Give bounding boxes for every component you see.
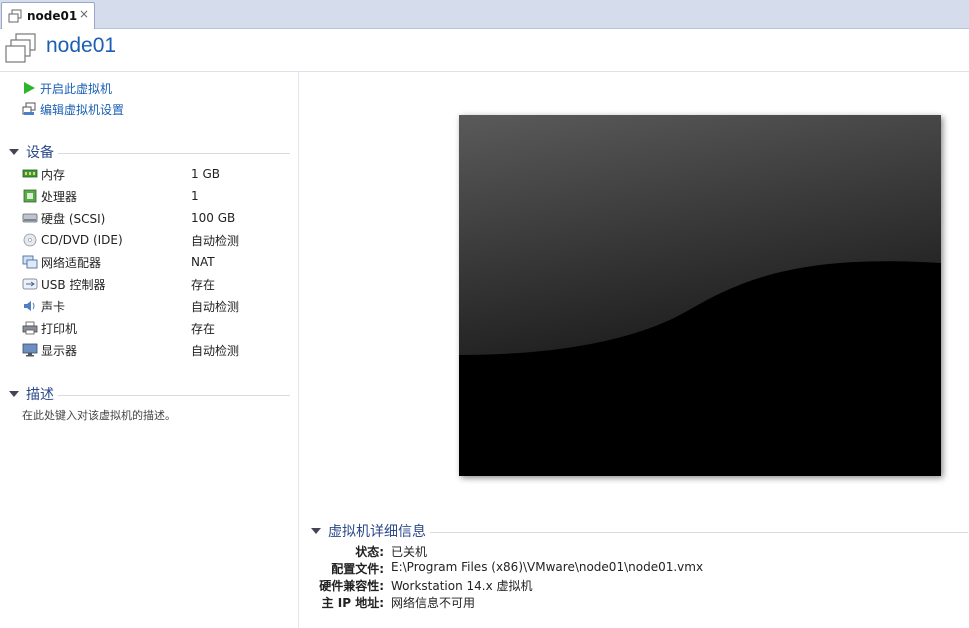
device-value: 1 GB	[191, 167, 220, 181]
device-name: 处理器	[41, 189, 78, 204]
play-icon	[24, 82, 35, 94]
device-name: 硬盘 (SCSI)	[41, 211, 106, 226]
device-value: 存在	[191, 321, 216, 336]
left-pane: 开启此虚拟机 编辑虚拟机设置 设备 内存 1 GB 处理器 1 硬盘 (SCSI…	[0, 72, 298, 628]
vm-details-section-header: 虚拟机详细信息	[308, 522, 968, 540]
network-adapter-icon	[22, 255, 38, 269]
pane-divider[interactable]	[298, 72, 299, 628]
device-value: 存在	[191, 277, 216, 292]
detail-row-state: 状态: 已关机	[300, 543, 960, 560]
display-icon	[22, 343, 38, 357]
detail-value: E:\Program Files (x86)\VMware\node01\nod…	[391, 560, 704, 574]
device-name: 显示器	[41, 343, 78, 358]
edit-settings-label: 编辑虚拟机设置	[40, 102, 125, 117]
devices-title: 设备	[26, 145, 54, 161]
device-value: 自动检测	[191, 343, 240, 358]
devices-section-header: 设备	[6, 143, 290, 161]
device-row-processor[interactable]: 处理器 1	[22, 186, 292, 206]
detail-label: 硬件兼容性:	[319, 579, 384, 593]
processor-icon	[23, 189, 37, 203]
device-name: 打印机	[41, 321, 78, 336]
vm-details-title: 虚拟机详细信息	[328, 524, 426, 540]
device-value: 1	[191, 189, 199, 203]
device-row-display[interactable]: 显示器 自动检测	[22, 340, 292, 360]
tab-node01[interactable]: node01 ×	[1, 2, 95, 29]
detail-row-ip-address: 主 IP 地址: 网络信息不可用	[300, 594, 960, 611]
device-row-hard-disk[interactable]: 硬盘 (SCSI) 100 GB	[22, 208, 292, 228]
usb-icon	[22, 278, 38, 290]
description-input[interactable]: 在此处键入对该虚拟机的描述。	[22, 407, 176, 423]
sound-card-icon	[24, 301, 35, 311]
device-value: 100 GB	[191, 211, 236, 225]
detail-label: 状态:	[355, 545, 384, 559]
hard-disk-icon	[22, 213, 38, 223]
section-divider	[58, 395, 290, 396]
cd-dvd-icon	[23, 233, 37, 247]
device-row-sound-card[interactable]: 声卡 自动检测	[22, 296, 292, 316]
collapse-icon[interactable]	[9, 391, 19, 397]
vm-screen-preview[interactable]	[459, 115, 941, 476]
device-value: 自动检测	[191, 299, 240, 314]
description-section-header: 描述	[6, 385, 290, 403]
power-on-label: 开启此虚拟机	[40, 81, 113, 96]
collapse-icon[interactable]	[311, 528, 321, 534]
section-divider	[430, 532, 968, 533]
power-on-button[interactable]: 开启此虚拟机	[22, 79, 112, 97]
vm-header: node01	[0, 29, 969, 72]
device-name: 内存	[41, 167, 66, 182]
device-name: CD/DVD (IDE)	[41, 233, 123, 247]
description-title: 描述	[26, 387, 54, 403]
detail-value: 网络信息不可用	[391, 596, 476, 610]
tab-label: node01	[27, 9, 78, 23]
device-value: NAT	[191, 255, 215, 269]
section-divider	[58, 153, 290, 154]
detail-value: Workstation 14.x 虚拟机	[391, 579, 533, 593]
device-row-cd-dvd[interactable]: CD/DVD (IDE) 自动检测	[22, 230, 292, 250]
edit-settings-button[interactable]: 编辑虚拟机设置	[22, 100, 124, 118]
device-row-usb[interactable]: USB 控制器 存在	[22, 274, 292, 294]
device-name: 声卡	[41, 299, 66, 314]
printer-icon	[22, 321, 38, 335]
vm-icon	[5, 33, 36, 63]
page-title: node01	[46, 34, 117, 57]
device-row-memory[interactable]: 内存 1 GB	[22, 164, 292, 184]
vm-icon	[8, 9, 22, 23]
memory-icon	[22, 169, 38, 178]
device-name: 网络适配器	[41, 255, 102, 270]
tab-bar: node01 ×	[0, 0, 969, 29]
detail-row-hardware-compat: 硬件兼容性: Workstation 14.x 虚拟机	[300, 577, 960, 594]
device-value: 自动检测	[191, 233, 240, 248]
device-name: USB 控制器	[41, 277, 106, 292]
settings-icon	[22, 102, 36, 115]
detail-label: 配置文件:	[331, 562, 384, 576]
detail-value: 已关机	[391, 545, 428, 559]
detail-row-config-file: 配置文件: E:\Program Files (x86)\VMware\node…	[300, 560, 960, 577]
detail-label: 主 IP 地址:	[321, 596, 384, 610]
collapse-icon[interactable]	[9, 149, 19, 155]
device-row-printer[interactable]: 打印机 存在	[22, 318, 292, 338]
tab-close-icon[interactable]: ×	[79, 7, 89, 21]
device-row-network-adapter[interactable]: 网络适配器 NAT	[22, 252, 292, 272]
